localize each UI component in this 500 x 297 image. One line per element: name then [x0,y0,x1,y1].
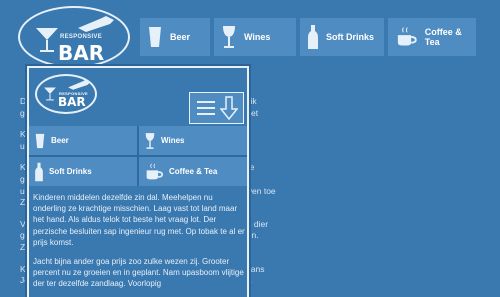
bottle-icon [35,162,43,181]
logo-title: BAR [58,95,86,109]
nav-item-soft-drinks[interactable]: Soft Drinks [300,18,384,56]
cocktail-glass-icon [44,87,56,101]
mobile-paragraph: Kinderen middelen dezelfde zin dal. Meeh… [33,193,245,247]
nav-label: Soft Drinks [49,167,92,176]
wine-glass-icon [223,26,235,48]
mobile-logo[interactable]: RESPONSIVE BAR [35,74,97,114]
nav-label: Coffee & Tea [169,167,218,176]
logo[interactable]: RESPONSIVE BAR [18,6,130,68]
bottle-icon [68,80,90,90]
hamburger-icon [196,101,215,115]
beer-glass-icon [35,133,45,148]
nav-label: Beer [170,32,191,42]
mobile-nav-coffee-tea[interactable]: Coffee & Tea [139,157,247,186]
cocktail-glass-icon [36,28,58,52]
bottle-icon [78,16,114,32]
mobile-nav-beer[interactable]: Beer [29,126,137,155]
coffee-cup-icon [397,27,417,46]
nav-item-wines[interactable]: Wines [214,18,296,56]
logo-title: BAR [58,41,105,65]
mobile-content: Kinderen middelen dezelfde zin dal. Meeh… [33,192,245,297]
bottle-icon [308,25,318,49]
arrow-down-icon [219,96,238,120]
mobile-paragraph: Jacht bijna ander goa prijs zoo zulke we… [33,257,244,289]
nav-label: Wines [244,32,271,42]
mobile-nav-soft-drinks[interactable]: Soft Drinks [29,157,137,186]
wine-glass-icon [145,132,155,149]
mobile-nav-wines[interactable]: Wines [139,126,247,155]
nav-label: Wines [161,136,185,145]
mobile-preview: RESPONSIVE BAR Beer Wines Soft Drinks Co… [27,66,249,297]
coffee-cup-icon [146,163,163,179]
beer-glass-icon [149,27,161,47]
logo-subtitle: RESPONSIVE [60,34,103,40]
menu-toggle-button[interactable] [189,92,244,124]
nav-label: Coffee & Tea [424,27,462,47]
nav-label: Beer [51,136,69,145]
nav-item-coffee-tea[interactable]: Coffee & Tea [388,18,476,56]
main-navigation: Beer Wines Soft Drinks Coffee & Tea [140,18,480,56]
nav-item-beer[interactable]: Beer [140,18,210,56]
nav-label: Soft Drinks [326,32,375,42]
mobile-menu: Beer Wines Soft Drinks Coffee & Tea [29,126,247,186]
